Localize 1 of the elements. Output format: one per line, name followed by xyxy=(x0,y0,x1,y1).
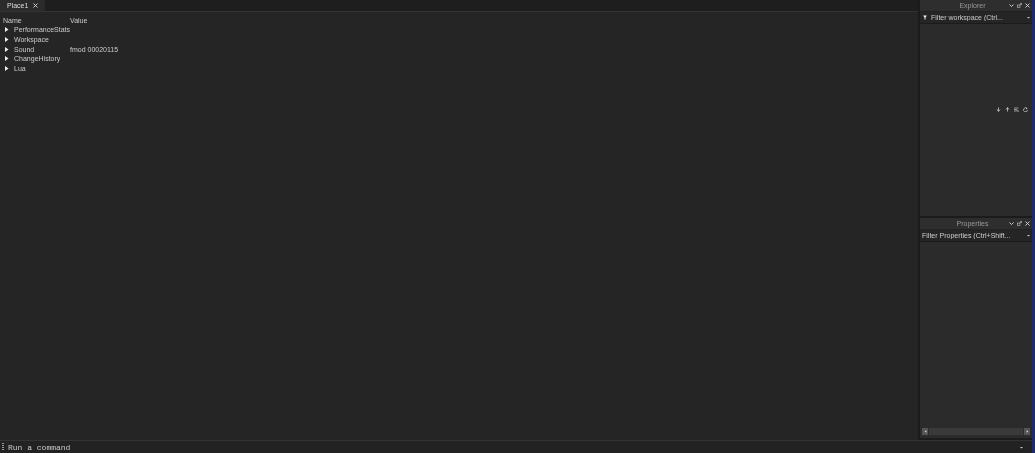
command-input[interactable]: Run a command xyxy=(8,442,1015,452)
